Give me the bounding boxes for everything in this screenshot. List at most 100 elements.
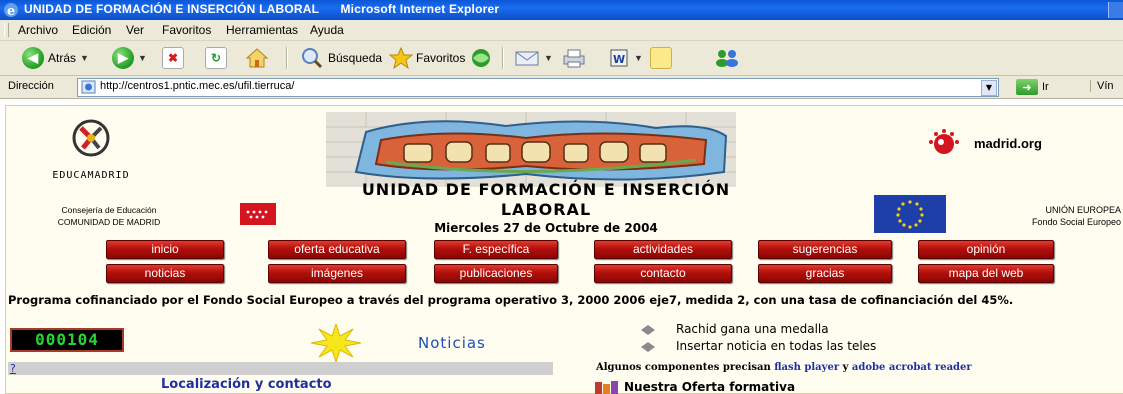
back-button[interactable]: ◀ Atrás ▼ — [22, 46, 89, 70]
page-title-line1: UNIDAD DE FORMACIÓN E INSERCIÓN — [361, 180, 731, 199]
nav-publicaciones[interactable]: publicaciones — [434, 264, 558, 283]
address-input[interactable]: http://centros1.pntic.mec.es/ufil.tierru… — [77, 78, 999, 97]
window-title-bar: e UNIDAD DE FORMACIÓN E INSERCIÓN LABORA… — [0, 0, 1123, 20]
notes-button[interactable] — [650, 46, 672, 70]
visit-counter: 000104 — [10, 328, 124, 352]
educamadrid-logo[interactable]: EDUCAMADRID — [36, 118, 146, 183]
tierruca-graffiti-banner — [326, 112, 736, 187]
current-date: Miercoles 27 de Octubre de 2004 — [434, 221, 658, 235]
comunidad-madrid-flag-icon — [240, 203, 276, 225]
nav-noticias[interactable]: noticias — [106, 264, 224, 283]
acrobat-reader-link[interactable]: adobe acrobat reader — [852, 362, 972, 373]
refresh-icon: ↻ — [205, 47, 227, 69]
messenger-button[interactable] — [712, 46, 742, 70]
union-europea-text: UNIÓN EUROPEA Fondo Social Europeo — [966, 204, 1121, 228]
toolbar-separator — [502, 47, 504, 69]
search-icon — [302, 48, 323, 69]
page-icon — [81, 80, 96, 94]
madrid-stars-icon — [246, 210, 268, 219]
minimize-button[interactable] — [1108, 2, 1123, 18]
home-button[interactable] — [245, 46, 269, 70]
media-button[interactable] — [468, 46, 494, 70]
address-url: http://centros1.pntic.mec.es/ufil.tierru… — [100, 80, 295, 92]
toolbar-grip[interactable] — [4, 23, 9, 37]
home-icon — [245, 48, 269, 68]
browser-viewport: EDUCAMADRID madrid.org Consejería de Edu… — [0, 99, 1123, 394]
nav-actividades[interactable]: actividades — [594, 240, 732, 259]
mail-icon — [515, 51, 539, 66]
starburst-icon — [311, 324, 361, 362]
page-title-line2: LABORAL — [500, 200, 592, 219]
menu-favoritos[interactable]: Favoritos — [162, 23, 211, 37]
address-label: Dirección — [8, 80, 54, 92]
nav-f-especifica[interactable]: F. específica — [434, 240, 558, 259]
star-icon — [388, 47, 414, 69]
union-line2: Fondo Social Europeo — [1031, 217, 1121, 227]
eu-flag-icon — [874, 195, 946, 233]
diamond-bullet-icon — [641, 342, 655, 352]
note-icon — [650, 47, 672, 69]
menu-ver[interactable]: Ver — [126, 23, 144, 37]
nav-mapa-del-web[interactable]: mapa del web — [918, 264, 1054, 283]
madrid-org-emblem-icon — [929, 129, 959, 154]
menu-edicion[interactable]: Edición — [72, 23, 111, 37]
stop-icon: ✖ — [162, 47, 184, 69]
svg-text:e: e — [7, 4, 15, 18]
mail-button[interactable]: ▼ — [514, 46, 553, 70]
back-arrow-icon: ◀ — [22, 47, 44, 69]
favorites-label: Favoritos — [416, 51, 466, 65]
menu-archivo[interactable]: Archivo — [18, 23, 58, 37]
eu-stars-icon — [896, 200, 924, 229]
chevron-down-icon: ▼ — [138, 53, 147, 63]
links-label[interactable]: Vín — [1090, 80, 1114, 92]
svg-text:W: W — [613, 53, 625, 66]
go-button[interactable]: ➜ Ir — [1016, 78, 1049, 96]
help-link[interactable]: ? — [10, 362, 16, 375]
menu-herramientas[interactable]: Herramientas — [226, 23, 298, 37]
nav-gracias[interactable]: gracias — [758, 264, 892, 283]
flash-player-link[interactable]: flash player — [774, 362, 839, 373]
menu-bar: Archivo Edición Ver Favoritos Herramient… — [0, 20, 1123, 41]
union-line1: UNIÓN EUROPEA — [1045, 205, 1121, 215]
educamadrid-emblem-icon — [72, 119, 110, 157]
nav-contacto[interactable]: contacto — [594, 264, 732, 283]
noticias-heading[interactable]: Noticias — [418, 334, 486, 352]
edit-button[interactable]: W ▼ — [608, 46, 643, 70]
stop-button[interactable]: ✖ — [162, 46, 184, 70]
nav-oferta-educativa[interactable]: oferta educativa — [268, 240, 406, 259]
forward-arrow-icon: ▶ — [112, 47, 134, 69]
nav-imagenes[interactable]: imágenes — [268, 264, 406, 283]
window-app-name: Microsoft Internet Explorer — [340, 2, 500, 16]
favorites-button[interactable]: Favoritos — [388, 46, 465, 70]
madrid-org-logo[interactable]: madrid.org — [924, 128, 1104, 158]
plugins-notice-text: Algunos componentes precisan — [596, 362, 771, 373]
search-button[interactable]: Búsqueda — [300, 46, 382, 70]
address-dropdown-button[interactable]: ▼ — [981, 80, 997, 96]
refresh-button[interactable]: ↻ — [205, 46, 227, 70]
news-item-title: Rachid gana una medalla — [676, 322, 829, 336]
plugins-notice-and: y — [842, 362, 849, 373]
programa-cofinanciado-text: Programa cofinanciado por el Fondo Socia… — [8, 293, 1014, 307]
page-frame: EDUCAMADRID madrid.org Consejería de Edu… — [5, 105, 1123, 394]
search-label: Búsqueda — [328, 51, 383, 65]
nav-sugerencias[interactable]: sugerencias — [758, 240, 892, 259]
standard-toolbar: ◀ Atrás ▼ ▶ ▼ ✖ ↻ Búsqueda Favoritos ▼ W… — [0, 41, 1123, 76]
window-page-title: UNIDAD DE FORMACIÓN E INSERCIÓN LABORAL — [24, 2, 319, 16]
help-bar: ? — [8, 362, 553, 375]
print-button[interactable] — [560, 46, 588, 70]
madrid-org-text: madrid.org — [974, 135, 1042, 151]
messenger-icon — [716, 50, 738, 67]
window-title: UNIDAD DE FORMACIÓN E INSERCIÓN LABORAL … — [24, 2, 499, 16]
word-icon: W — [610, 49, 628, 67]
consejeria-line1: Consejería de Educación — [61, 205, 157, 215]
educamadrid-text: EDUCAMADRID — [52, 170, 130, 181]
menu-ayuda[interactable]: Ayuda — [310, 23, 344, 37]
localizacion-contacto-link[interactable]: Localización y contacto — [161, 377, 332, 392]
page-title: UNIDAD DE FORMACIÓN E INSERCIÓN LABORAL — [336, 180, 756, 220]
nav-inicio[interactable]: inicio — [106, 240, 224, 259]
go-label: Ir — [1042, 81, 1049, 93]
chevron-down-icon: ▼ — [634, 53, 643, 63]
forward-button[interactable]: ▶ ▼ — [112, 46, 147, 70]
nav-opinion[interactable]: opinión — [918, 240, 1054, 259]
printer-icon — [563, 49, 585, 68]
